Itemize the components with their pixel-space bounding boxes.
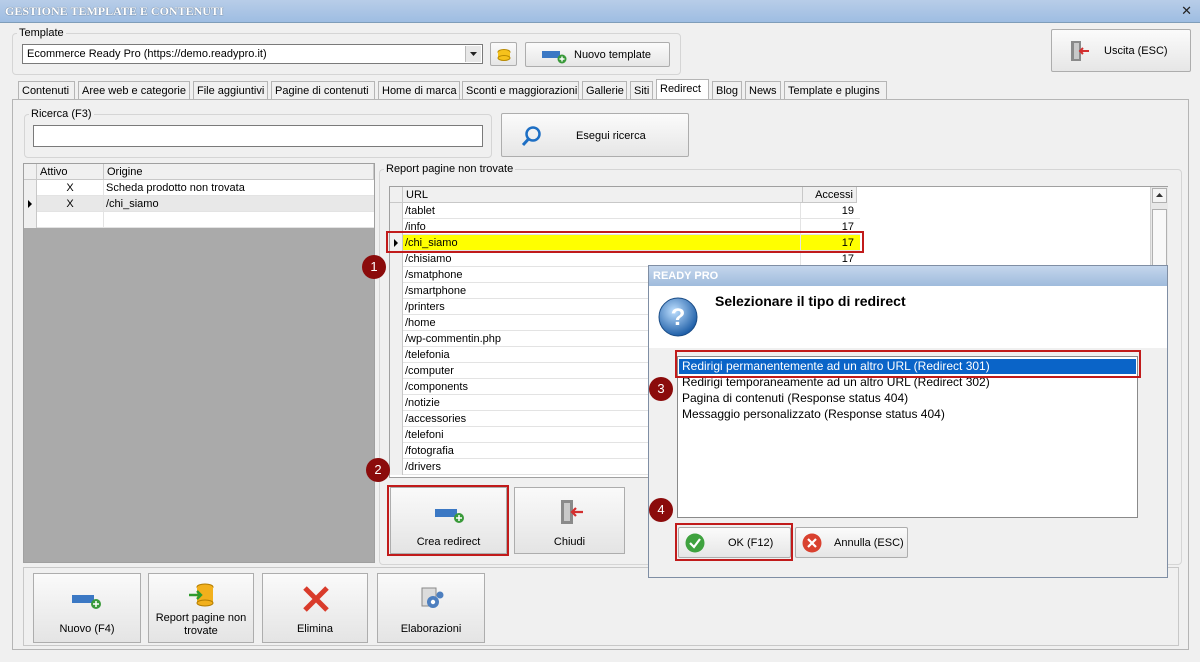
close-report-label: Chiudi	[553, 536, 586, 548]
report-button-label-2: trovate	[184, 625, 218, 637]
template-select-value: Ecommerce Ready Pro (https://demo.readyp…	[27, 48, 267, 60]
exit-button[interactable]: Uscita (ESC)	[1051, 29, 1191, 72]
window-title: GESTIONE TEMPLATE E CONTENUTI	[5, 4, 224, 18]
database-button[interactable]	[490, 42, 517, 66]
processing-button[interactable]: Elaborazioni	[377, 573, 485, 643]
exit-label: Uscita (ESC)	[1104, 45, 1168, 57]
exit-door-icon	[1071, 41, 1089, 61]
list-item[interactable]: Messaggio personalizzato (Response statu…	[682, 407, 945, 422]
cancel-button[interactable]: Annulla (ESC)	[795, 527, 908, 558]
database-icon	[497, 49, 511, 61]
dialog-title: READY PRO	[653, 270, 719, 282]
tab-contenuti[interactable]: Contenuti	[18, 81, 75, 99]
scroll-thumb[interactable]	[1152, 209, 1167, 269]
callout-1: 1	[362, 255, 386, 279]
add-redirect-icon	[72, 595, 101, 609]
grid-corner	[24, 164, 37, 180]
column-header-origine[interactable]: Origine	[104, 164, 374, 180]
delete-button-label: Elimina	[296, 623, 334, 635]
cell-origine: /chi_siamo	[106, 198, 159, 210]
cancel-icon	[802, 533, 822, 553]
new-button[interactable]: Nuovo (F4)	[33, 573, 141, 643]
add-redirect-icon	[542, 51, 567, 64]
highlight-box-ok	[675, 523, 793, 561]
tab-template-plugins[interactable]: Template e plugins	[784, 81, 887, 99]
template-legend: Template	[19, 27, 64, 39]
cell-url: /tablet	[405, 203, 801, 219]
dialog-titlebar: READY PRO	[649, 266, 1167, 286]
table-row-new[interactable]	[24, 212, 374, 228]
column-header-url[interactable]: URL	[403, 187, 803, 203]
table-row[interactable]: X Scheda prodotto non trovata	[24, 180, 374, 196]
table-row[interactable]: X /chi_siamo	[24, 196, 374, 212]
processing-button-label: Elaborazioni	[400, 623, 462, 635]
tab-news[interactable]: News	[745, 81, 781, 99]
database-report-icon	[189, 583, 214, 607]
search-legend: Ricerca (F3)	[31, 108, 92, 120]
list-item[interactable]: Pagina di contenuti (Response status 404…	[682, 391, 908, 406]
highlight-box-row	[386, 231, 864, 253]
dialog-heading: Selezionare il tipo di redirect	[715, 293, 906, 309]
chevron-down-icon[interactable]	[465, 46, 481, 62]
report-not-found-button[interactable]: Report pagine non trovate	[148, 573, 254, 643]
new-template-label: Nuovo template	[574, 49, 652, 61]
dialog-header: ? Selezionare il tipo di redirect	[649, 286, 1167, 348]
exit-door-icon	[561, 500, 583, 524]
search-button[interactable]: Esegui ricerca	[501, 113, 689, 157]
column-header-attivo[interactable]: Attivo	[37, 164, 104, 180]
tab-gallerie[interactable]: Gallerie	[582, 81, 627, 99]
column-header-accessi[interactable]: Accessi	[803, 187, 857, 203]
search-icon	[521, 126, 541, 147]
close-icon[interactable]: ✕	[1181, 3, 1192, 19]
search-button-label: Esegui ricerca	[576, 130, 646, 142]
tab-aree-web[interactable]: Aree web e categorie	[78, 81, 190, 99]
gears-icon	[421, 587, 444, 608]
report-legend: Report pagine non trovate	[386, 163, 514, 175]
tab-siti[interactable]: Siti	[630, 81, 653, 99]
callout-2: 2	[366, 458, 390, 482]
new-template-button[interactable]: Nuovo template	[525, 42, 670, 67]
redirect-grid[interactable]: Attivo Origine X Scheda prodotto non tro…	[23, 163, 375, 563]
tab-home-marca[interactable]: Home di marca	[378, 81, 460, 99]
cancel-button-label: Annulla (ESC)	[834, 537, 904, 549]
cell-origine: Scheda prodotto non trovata	[106, 182, 245, 194]
search-input[interactable]	[33, 125, 483, 147]
table-row[interactable]: /tablet 19	[390, 203, 860, 219]
tab-sconti[interactable]: Sconti e maggiorazioni	[462, 81, 579, 99]
callout-4: 4	[649, 498, 673, 522]
highlight-box-option	[675, 350, 1141, 378]
cell-attivo: X	[37, 196, 104, 212]
tab-file-aggiuntivi[interactable]: File aggiuntivi	[193, 81, 268, 99]
row-pointer-icon	[24, 196, 37, 212]
callout-3: 3	[649, 377, 673, 401]
delete-x-icon	[303, 586, 329, 612]
close-report-button[interactable]: Chiudi	[514, 487, 625, 554]
cell-attivo: X	[37, 180, 104, 196]
highlight-box-create	[387, 485, 509, 556]
tab-blog[interactable]: Blog	[712, 81, 742, 99]
window-titlebar: GESTIONE TEMPLATE E CONTENUTI ✕	[0, 0, 1200, 23]
tab-pagine-contenuti[interactable]: Pagine di contenuti	[271, 81, 375, 99]
cell-accessi: 19	[841, 205, 854, 217]
svg-text:?: ?	[671, 304, 686, 331]
template-select[interactable]: Ecommerce Ready Pro (https://demo.readyp…	[22, 44, 483, 64]
new-button-label: Nuovo (F4)	[59, 623, 115, 635]
scroll-up-icon[interactable]	[1152, 188, 1167, 203]
tab-redirect[interactable]: Redirect	[656, 79, 709, 100]
question-icon: ?	[658, 297, 698, 337]
redirect-type-list[interactable]: Redirigi permanentemente ad un altro URL…	[677, 356, 1138, 518]
delete-button[interactable]: Elimina	[262, 573, 368, 643]
report-button-label-1: Report pagine non	[155, 612, 247, 624]
